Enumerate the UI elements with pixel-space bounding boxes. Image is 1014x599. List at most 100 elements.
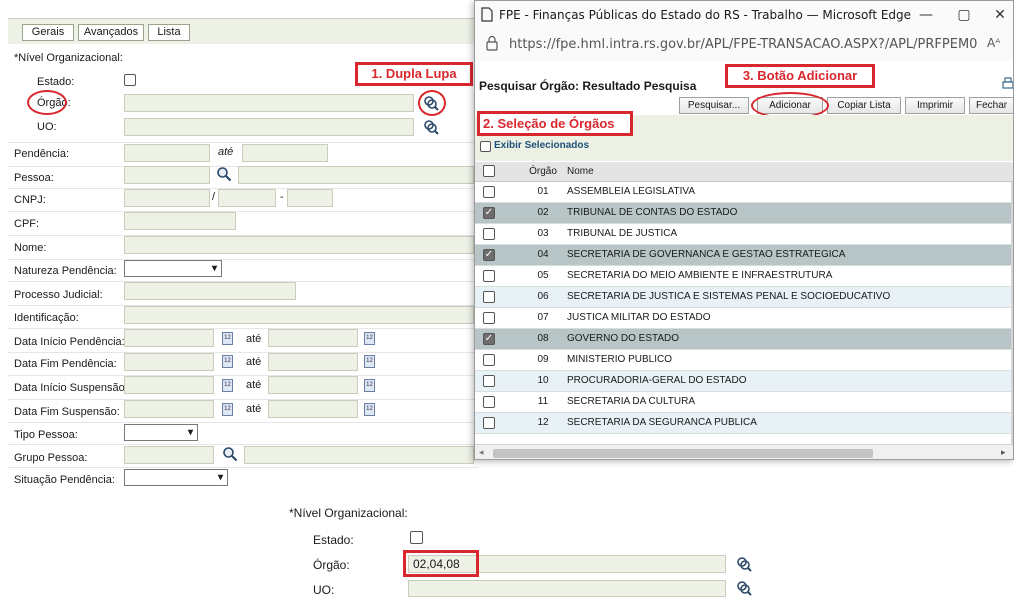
tab-gerais[interactable]: Gerais — [22, 24, 74, 41]
row-checkbox[interactable] — [483, 375, 495, 387]
read-aloud-icon[interactable]: Aᴬ — [987, 36, 1000, 50]
row-checkbox[interactable] — [483, 417, 495, 429]
tipo-pessoa-select[interactable]: ▾ — [124, 424, 198, 441]
cnpj-field-2[interactable] — [218, 189, 276, 207]
url-text[interactable]: https://fpe.hml.intra.rs.gov.br/APL/FPE-… — [509, 37, 979, 52]
calendar-icon[interactable]: 12 — [222, 403, 233, 416]
calendar-icon[interactable]: 12 — [364, 379, 375, 392]
horizontal-scrollbar[interactable]: ◂ ▸ — [475, 444, 1013, 459]
close-icon[interactable]: ✕ — [985, 5, 1013, 25]
tab-avancados[interactable]: Avançados — [78, 24, 144, 41]
zoom-estado-checkbox[interactable] — [410, 531, 423, 544]
orgao-name: GOVERNO DO ESTADO — [567, 333, 680, 344]
grid-header: Órgão Nome — [475, 162, 1013, 182]
ate-label: até — [246, 333, 262, 345]
column-header-nome[interactable]: Nome — [567, 166, 594, 177]
table-row[interactable]: 06 SECRETARIA DE JUSTICA E SISTEMAS PENAL… — [475, 287, 1011, 308]
double-magnifier-icon[interactable] — [736, 556, 752, 572]
calendar-icon[interactable]: 12 — [364, 355, 375, 368]
row-checkbox[interactable] — [483, 312, 495, 324]
divider — [8, 328, 478, 329]
minimize-icon[interactable]: — — [911, 5, 941, 25]
orgao-label-highlight — [27, 90, 67, 115]
print-icon[interactable] — [1001, 77, 1013, 91]
search-icon[interactable] — [216, 166, 232, 182]
calendar-icon[interactable]: 12 — [364, 332, 375, 345]
natureza-pendencia-select[interactable]: ▾ — [124, 260, 222, 277]
scroll-left-icon[interactable]: ◂ — [479, 447, 484, 458]
pessoa-field[interactable] — [124, 166, 210, 184]
select-all-checkbox[interactable] — [483, 165, 495, 177]
divider — [8, 467, 478, 468]
table-row[interactable]: 03 TRIBUNAL DE JUSTICA — [475, 224, 1011, 245]
situacao-pendencia-select[interactable]: ▾ — [124, 469, 228, 486]
cpf-field[interactable] — [124, 212, 236, 230]
data-inicio-pendencia-to[interactable] — [268, 329, 358, 347]
pendencia-from-field[interactable] — [124, 144, 210, 162]
calendar-icon[interactable]: 12 — [222, 379, 233, 392]
row-checkbox[interactable] — [483, 354, 495, 366]
scroll-thumb[interactable] — [493, 449, 873, 458]
table-row[interactable]: 11 SECRETARIA DA CULTURA — [475, 392, 1011, 413]
row-checkbox[interactable] — [483, 228, 495, 240]
data-fim-suspensao-from[interactable] — [124, 400, 214, 418]
imprimir-button[interactable]: Imprimir — [905, 97, 965, 114]
row-checkbox[interactable]: ✓ — [483, 249, 495, 261]
uo-field[interactable] — [124, 118, 414, 136]
table-row[interactable]: ✓ 04 SECRETARIA DE GOVERNANCA E GESTAO EST… — [475, 245, 1011, 266]
cnpj-field-1[interactable] — [124, 189, 210, 207]
data-fim-suspensao-to[interactable] — [268, 400, 358, 418]
table-row[interactable]: 12 SECRETARIA DA SEGURANCA PUBLICA — [475, 413, 1011, 434]
table-row[interactable]: 09 MINISTERIO PUBLICO — [475, 350, 1011, 371]
row-checkbox[interactable] — [483, 186, 495, 198]
data-inicio-pendencia-from[interactable] — [124, 329, 214, 347]
data-inicio-suspensao-from[interactable] — [124, 376, 214, 394]
zoom-uo-field[interactable] — [408, 580, 726, 597]
processo-judicial-field[interactable] — [124, 282, 296, 300]
calendar-icon[interactable]: 12 — [364, 403, 375, 416]
cnpj-field-3[interactable] — [287, 189, 333, 207]
nome-field[interactable] — [124, 236, 474, 254]
identificacao-field[interactable] — [124, 306, 474, 324]
row-checkbox[interactable] — [483, 291, 495, 303]
pessoa-name-field[interactable] — [238, 166, 474, 184]
fechar-button[interactable]: Fechar — [969, 97, 1013, 114]
estado-checkbox[interactable] — [124, 74, 136, 86]
data-fim-pendencia-to[interactable] — [268, 353, 358, 371]
double-magnifier-icon[interactable] — [423, 119, 439, 135]
tab-lista[interactable]: Lista — [148, 24, 190, 41]
row-checkbox[interactable] — [483, 270, 495, 282]
pesquisar-button[interactable]: Pesquisar... — [679, 97, 749, 114]
exibir-selecionados-checkbox[interactable] — [480, 141, 491, 152]
situacao-pendencia-label: Situação Pendência: — [14, 474, 115, 486]
table-row[interactable]: 10 PROCURADORIA-GERAL DO ESTADO — [475, 371, 1011, 392]
orgao-field[interactable] — [124, 94, 414, 112]
address-bar[interactable]: https://fpe.hml.intra.rs.gov.br/APL/FPE-… — [475, 29, 1013, 61]
table-row[interactable]: 01 ASSEMBLEIA LEGISLATIVA — [475, 182, 1011, 203]
table-row[interactable]: ✓ 08 GOVERNO DO ESTADO — [475, 329, 1011, 350]
divider — [8, 352, 478, 353]
pendencia-to-field[interactable] — [242, 144, 328, 162]
copiar-lista-button[interactable]: Copiar Lista — [827, 97, 901, 114]
maximize-icon[interactable]: ▢ — [949, 5, 979, 25]
calendar-icon[interactable]: 12 — [222, 332, 233, 345]
table-row[interactable]: 05 SECRETARIA DO MEIO AMBIENTE E INFRAEST… — [475, 266, 1011, 287]
calendar-icon[interactable]: 12 — [222, 355, 233, 368]
row-checkbox[interactable]: ✓ — [483, 207, 495, 219]
grupo-pessoa-field[interactable] — [124, 446, 214, 464]
search-icon[interactable] — [222, 446, 238, 462]
column-header-orgao[interactable]: Órgão — [525, 166, 561, 177]
row-checkbox[interactable]: ✓ — [483, 333, 495, 345]
processo-judicial-label: Processo Judicial: — [14, 289, 103, 301]
lock-icon[interactable] — [485, 35, 499, 51]
data-fim-pendencia-from[interactable] — [124, 353, 214, 371]
table-row[interactable]: ✓ 02 TRIBUNAL DE CONTAS DO ESTADO — [475, 203, 1011, 224]
double-magnifier-icon[interactable] — [736, 580, 752, 596]
exibir-selecionados-label[interactable]: Exibir Selecionados — [494, 140, 589, 151]
scroll-right-icon[interactable]: ▸ — [1001, 447, 1006, 458]
grupo-pessoa-name-field[interactable] — [244, 446, 474, 464]
table-row[interactable]: 07 JUSTICA MILITAR DO ESTADO — [475, 308, 1011, 329]
orgao-code: 02 — [537, 207, 549, 218]
row-checkbox[interactable] — [483, 396, 495, 408]
data-inicio-suspensao-to[interactable] — [268, 376, 358, 394]
